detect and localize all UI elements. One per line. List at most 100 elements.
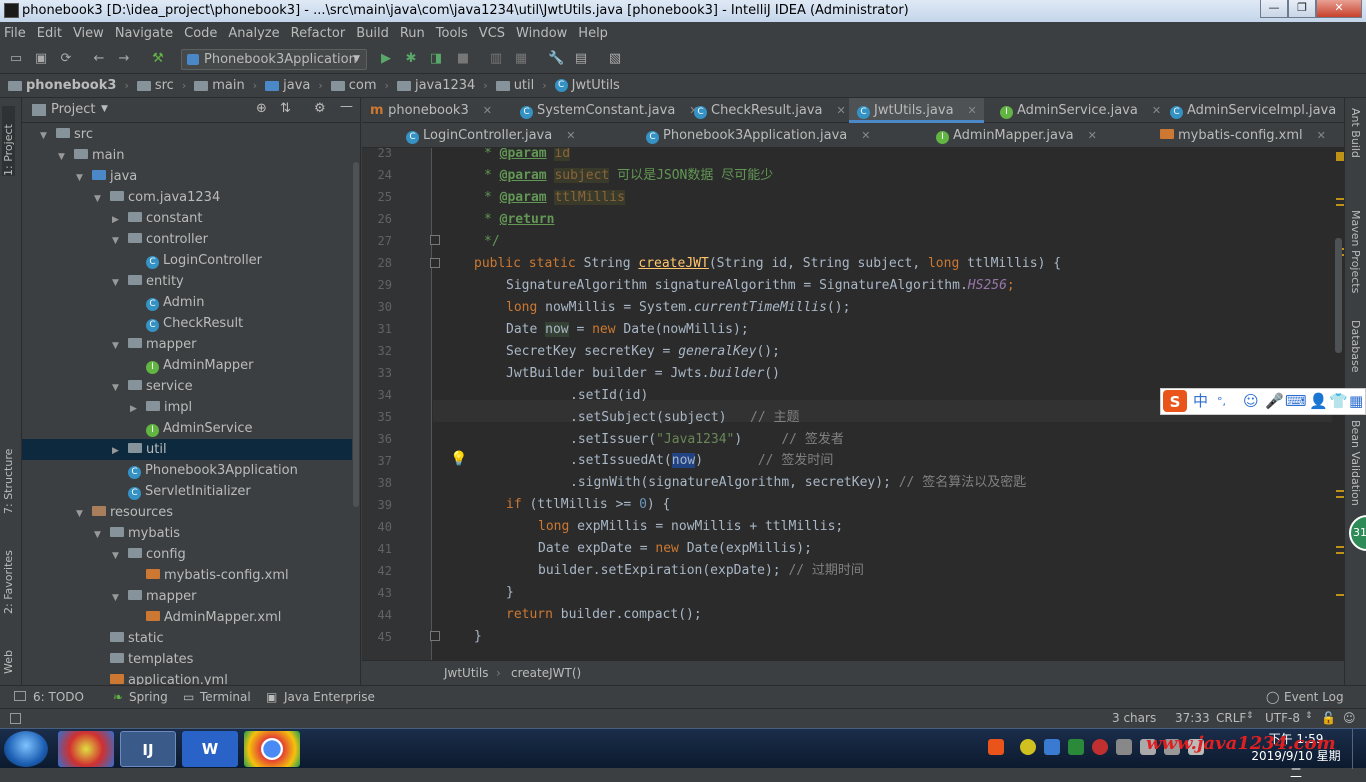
tab-bean-validation[interactable]: Bean Validation — [1349, 420, 1362, 506]
crumb-project[interactable]: phonebook3 — [8, 78, 116, 93]
tab-phonebook3[interactable]: m phonebook3 ✕ — [362, 98, 507, 123]
tab-structure-tool[interactable]: 7: Structure — [2, 434, 15, 514]
tree-item-application-yml[interactable]: application.yml — [22, 670, 352, 685]
chevron-right-icon[interactable]: ▶ — [112, 441, 122, 462]
toggle-tool-windows-icon[interactable] — [10, 713, 21, 724]
chevron-down-icon[interactable]: ▼ — [76, 504, 86, 525]
menu-navigate[interactable]: Navigate — [115, 26, 173, 41]
menu-view[interactable]: View — [73, 26, 104, 41]
tab-web-tool[interactable]: Web — [2, 634, 15, 674]
close-button[interactable]: ✕ — [1316, 0, 1362, 18]
tree-item-admin[interactable]: C Admin — [22, 292, 352, 313]
stop-icon[interactable]: ■ — [455, 51, 471, 67]
tree-item-adminmapper-xml[interactable]: AdminMapper.xml — [22, 607, 352, 628]
tree-item-checkresult[interactable]: C CheckResult — [22, 313, 352, 334]
gear-icon[interactable]: ⚙ — [314, 101, 326, 116]
close-tab-icon[interactable]: ✕ — [1317, 129, 1326, 142]
tree-item-com-java1234[interactable]: ▼ com.java1234 — [22, 187, 352, 208]
tree-item-config[interactable]: ▼ config — [22, 544, 352, 565]
tree-item-adminmapper[interactable]: I AdminMapper — [22, 355, 352, 376]
menu-build[interactable]: Build — [356, 26, 389, 41]
chevron-down-icon[interactable]: ▼ — [112, 273, 122, 294]
close-tab-icon[interactable]: ✕ — [968, 104, 977, 117]
file-encoding[interactable]: UTF-8 — [1265, 711, 1300, 725]
caret-position[interactable]: 37:33 — [1175, 711, 1210, 725]
project-scrollbar[interactable] — [353, 162, 359, 507]
tree-item-mapper[interactable]: ▼ mapper — [22, 334, 352, 355]
tree-item-impl[interactable]: ▶ impl — [22, 397, 352, 418]
tree-item-mybatis-config-xml[interactable]: mybatis-config.xml — [22, 565, 352, 586]
wps-taskbar-icon[interactable]: W — [182, 731, 238, 767]
close-tab-icon[interactable]: ✕ — [861, 129, 870, 142]
tab-event-log[interactable]: Event Log — [1284, 690, 1344, 704]
close-tab-icon[interactable]: ✕ — [566, 129, 575, 142]
tab-terminal[interactable]: Terminal — [200, 690, 251, 704]
maximize-button[interactable]: ❐ — [1288, 0, 1316, 18]
run-icon[interactable]: ▶ — [378, 51, 394, 67]
chevron-down-icon[interactable]: ▼ — [76, 168, 86, 189]
collapse-all-icon[interactable]: ⇅ — [280, 101, 291, 116]
tab-systemconstant-java[interactable]: CSystemConstant.java✕ — [512, 98, 699, 123]
project-view-select[interactable]: Project — [51, 102, 95, 117]
tab-checkresult-java[interactable]: C CheckResult.java ✕ — [686, 98, 846, 123]
tab-favorites-tool[interactable]: 2: Favorites — [2, 534, 15, 614]
menu-edit[interactable]: Edit — [37, 26, 62, 41]
ime-punctuation-toggle[interactable]: °, — [1217, 389, 1226, 414]
tab-ant-build[interactable]: Ant Build — [1349, 108, 1362, 158]
crumb-java1234[interactable]: java1234 — [396, 78, 475, 93]
tree-item-mybatis[interactable]: ▼ mybatis — [22, 523, 352, 544]
chrome-taskbar-icon[interactable] — [244, 731, 300, 767]
breadcrumb-class[interactable]: JwtUtils — [444, 661, 488, 686]
close-tab-icon[interactable]: ✕ — [483, 104, 492, 117]
tree-item-adminservice[interactable]: I AdminService — [22, 418, 352, 439]
chevron-down-icon[interactable]: ▼ — [94, 189, 104, 210]
crumb-com[interactable]: com — [330, 78, 377, 93]
save-icon[interactable]: ▣ — [33, 51, 49, 67]
taskbar-app-icon[interactable] — [58, 731, 114, 767]
tree-item-templates[interactable]: templates — [22, 649, 352, 670]
profile-icon[interactable]: ▥ — [488, 51, 504, 67]
open-folder-icon[interactable]: ▭ — [8, 51, 24, 67]
tree-item-logincontroller[interactable]: C LoginController — [22, 250, 352, 271]
chevron-right-icon[interactable]: ▶ — [112, 210, 122, 231]
intention-bulb-icon[interactable]: 💡 — [450, 451, 467, 467]
tree-item-mapper[interactable]: ▼ mapper — [22, 586, 352, 607]
settings-wrench-icon[interactable]: 🔧 — [548, 51, 564, 67]
crumb-jwtutils[interactable]: C JwtUtils — [554, 78, 620, 93]
tree-item-java[interactable]: ▼ java — [22, 166, 352, 187]
chevron-down-icon[interactable]: ▼ — [58, 147, 68, 168]
user-icon[interactable]: 👤 — [1309, 389, 1328, 414]
sogou-logo-icon[interactable]: S — [1163, 390, 1187, 412]
crumb-java[interactable]: java — [265, 78, 310, 93]
chevron-down-icon[interactable]: ▼ — [101, 104, 108, 114]
tab-adminservice-java[interactable]: I AdminService.java ✕ — [992, 98, 1161, 123]
tree-item-static[interactable]: static — [22, 628, 352, 649]
chevron-down-icon[interactable]: ▼ — [112, 588, 122, 609]
debug-icon[interactable]: ✱ — [403, 51, 419, 67]
tab-logincontroller-java[interactable]: C LoginController.java ✕ — [398, 123, 628, 148]
back-icon[interactable]: ← — [91, 51, 107, 67]
chevron-down-icon[interactable]: ▼ — [112, 378, 122, 399]
project-structure-icon[interactable]: ▤ — [573, 51, 589, 67]
fold-marker-icon[interactable] — [430, 235, 440, 245]
inspector-icon[interactable]: ☺ — [1343, 711, 1356, 725]
menu-file[interactable]: File — [4, 26, 26, 41]
run-coverage-icon[interactable]: ◨ — [428, 51, 444, 67]
menu-help[interactable]: Help — [578, 26, 608, 41]
keyboard-icon[interactable]: ⌨ — [1285, 389, 1307, 414]
line-separator[interactable]: CRLF — [1216, 711, 1246, 725]
tree-item-resources[interactable]: ▼ resources — [22, 502, 352, 523]
menu-vcs[interactable]: VCS — [479, 26, 505, 41]
forward-icon[interactable]: → — [116, 51, 132, 67]
tab-spring[interactable]: Spring — [129, 690, 168, 704]
crumb-main[interactable]: main — [194, 78, 245, 93]
lock-icon[interactable]: 🔓 — [1321, 711, 1336, 725]
tree-item-entity[interactable]: ▼ entity — [22, 271, 352, 292]
grid-menu-icon[interactable]: ▦ — [1349, 389, 1363, 414]
tab-project-tool[interactable]: 1: Project — [2, 106, 15, 176]
sogou-tray-icon[interactable] — [988, 739, 1004, 755]
tab-phonebook3application-java[interactable]: C Phonebook3Application.java ✕ — [638, 123, 923, 148]
chevron-down-icon[interactable]: ▼ — [112, 231, 122, 252]
close-tab-icon[interactable]: ✕ — [1088, 129, 1097, 142]
close-tab-icon[interactable]: ✕ — [1152, 104, 1161, 117]
